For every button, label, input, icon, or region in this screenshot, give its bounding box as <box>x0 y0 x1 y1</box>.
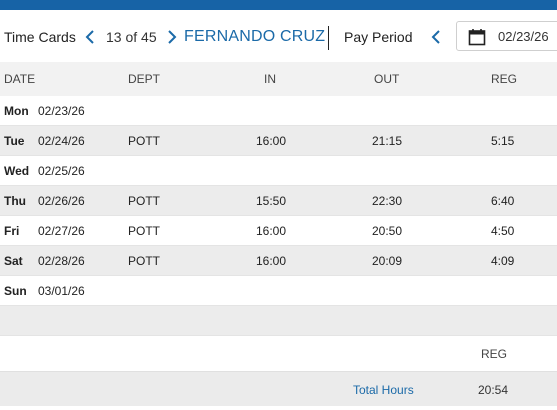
row-date: 02/27/26 <box>38 224 85 238</box>
table-row[interactable]: Wed 02/25/26 <box>0 156 557 186</box>
row-in: 16:00 <box>256 254 287 268</box>
row-date: 02/28/26 <box>38 254 85 268</box>
table-row[interactable]: Tue 02/24/26 POTT 16:00 21:15 5:15 <box>0 126 557 156</box>
chevron-left-icon <box>431 30 440 44</box>
row-reg: 4:50 <box>491 224 515 238</box>
column-header-reg: REG <box>491 72 518 86</box>
employee-name-link[interactable]: FERNANDO CRUZ <box>184 28 325 46</box>
next-employee-button[interactable] <box>164 27 180 47</box>
column-header-dept: DEPT <box>128 72 161 86</box>
row-date: 03/01/26 <box>38 284 85 298</box>
row-day: Sun <box>4 284 27 298</box>
summary-header: REG <box>0 336 557 371</box>
chevron-left-icon <box>85 30 94 44</box>
row-in: 16:00 <box>256 224 287 238</box>
table-row[interactable]: Mon 02/23/26 <box>0 96 557 126</box>
column-header-out: OUT <box>374 72 400 86</box>
column-header-in: IN <box>264 72 276 86</box>
table-row[interactable]: Sun 03/01/26 <box>0 276 557 306</box>
row-in: 15:50 <box>256 194 287 208</box>
row-dept: POTT <box>128 134 160 148</box>
row-day: Wed <box>4 164 30 178</box>
total-hours-value: 20:54 <box>478 383 509 397</box>
table-header: DATE DEPT IN OUT REG <box>0 62 557 96</box>
pay-period-date-picker[interactable]: 02/23/26 <box>456 21 557 51</box>
previous-period-button[interactable] <box>428 27 444 47</box>
row-out: 21:15 <box>372 134 403 148</box>
summary-column-reg: REG <box>481 347 508 361</box>
row-day: Fri <box>4 224 20 238</box>
timecard-header: Time Cards 13 of 45 FERNANDO CRUZ Pay Pe… <box>0 10 557 62</box>
table-row[interactable]: Thu 02/26/26 POTT 15:50 22:30 6:40 <box>0 186 557 216</box>
row-out: 22:30 <box>372 194 403 208</box>
row-reg: 5:15 <box>491 134 515 148</box>
row-day: Mon <box>4 104 29 118</box>
row-dept: POTT <box>128 254 160 268</box>
pay-period-date-value: 02/23/26 <box>498 29 549 44</box>
table-row[interactable]: Sat 02/28/26 POTT 16:00 20:09 4:09 <box>0 246 557 276</box>
row-date: 02/23/26 <box>38 104 85 118</box>
page-title: Time Cards <box>4 29 76 45</box>
pay-period-label: Pay Period <box>344 29 413 45</box>
row-day: Tue <box>4 134 25 148</box>
row-reg: 4:09 <box>491 254 515 268</box>
total-hours-label: Total Hours <box>353 383 414 397</box>
record-counter: 13 of 45 <box>106 29 157 45</box>
row-date: 02/26/26 <box>38 194 85 208</box>
row-dept: POTT <box>128 224 160 238</box>
row-out: 20:09 <box>372 254 403 268</box>
row-date: 02/25/26 <box>38 164 85 178</box>
top-accent-bar <box>0 0 557 10</box>
row-in: 16:00 <box>256 134 287 148</box>
table-row[interactable]: Fri 02/27/26 POTT 16:00 20:50 4:50 <box>0 216 557 246</box>
row-out: 20:50 <box>372 224 403 238</box>
column-header-date: DATE <box>4 72 36 86</box>
header-divider <box>328 26 329 50</box>
table-row-empty <box>0 306 557 336</box>
row-reg: 6:40 <box>491 194 515 208</box>
previous-employee-button[interactable] <box>82 27 98 47</box>
row-date: 02/24/26 <box>38 134 85 148</box>
row-day: Thu <box>4 194 26 208</box>
calendar-icon <box>468 29 486 46</box>
row-day: Sat <box>4 254 23 268</box>
chevron-right-icon <box>168 30 177 44</box>
total-hours-row: Total Hours 20:54 <box>0 371 557 406</box>
row-dept: POTT <box>128 194 160 208</box>
